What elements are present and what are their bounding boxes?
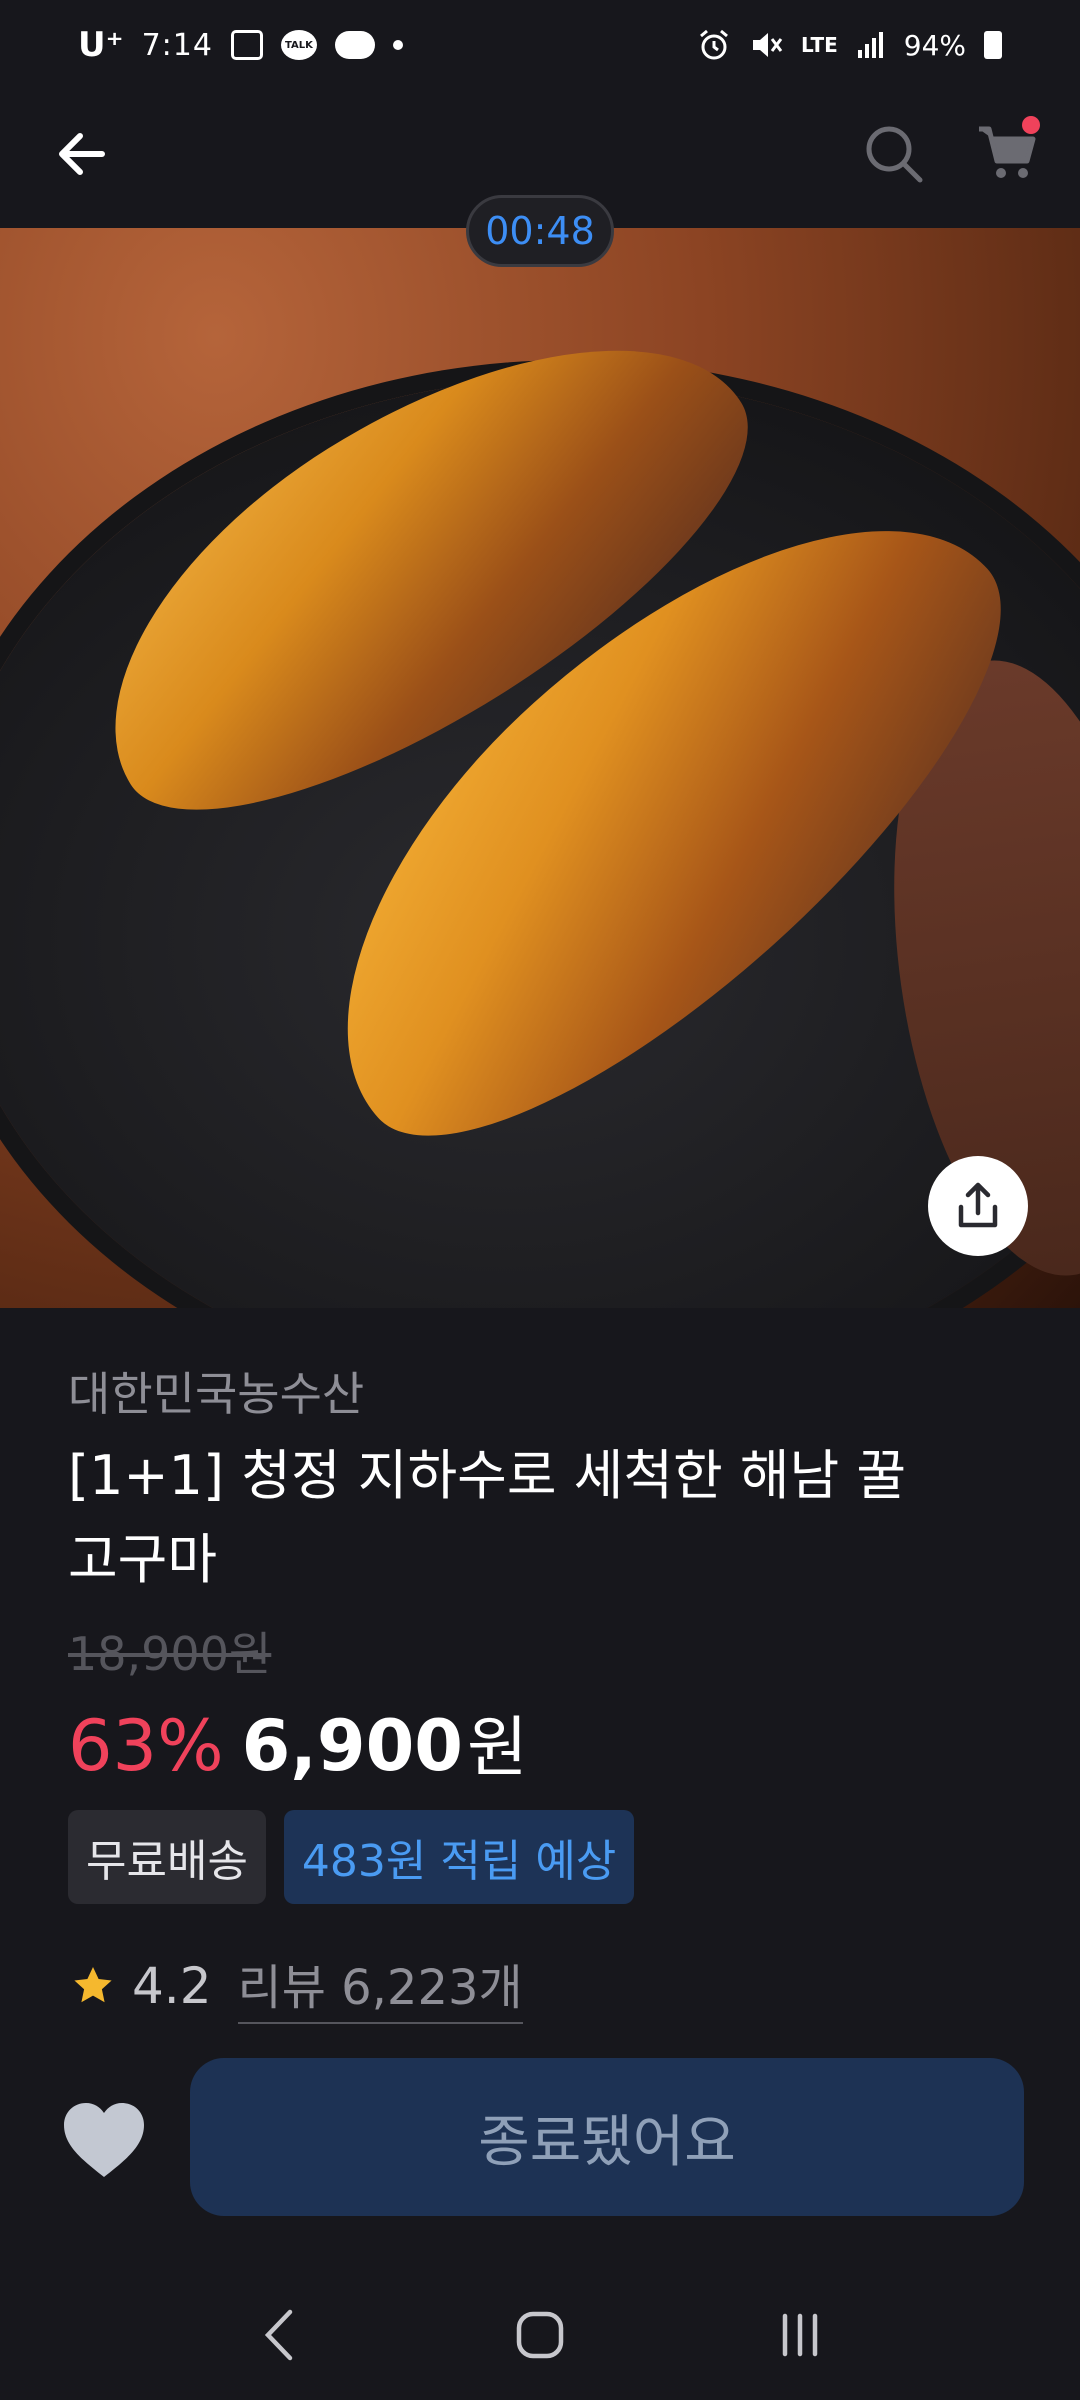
- search-button[interactable]: [856, 116, 932, 192]
- recents-icon: [782, 2313, 818, 2357]
- alarm-icon: [697, 28, 731, 62]
- nav-home-button[interactable]: [495, 2290, 585, 2380]
- rating-value: 4.2: [132, 1957, 212, 2015]
- back-arrow-icon: [59, 133, 105, 175]
- nav-recents-button[interactable]: [755, 2290, 845, 2380]
- nav-back-button[interactable]: [235, 2290, 325, 2380]
- wishlist-button[interactable]: [56, 2092, 152, 2188]
- cart-button[interactable]: [966, 112, 1046, 192]
- notification-dot-icon: [392, 40, 403, 50]
- discount-rate: 63%: [68, 1705, 224, 1787]
- review-count-link[interactable]: 리뷰 6,223개: [237, 1948, 523, 2024]
- price-row: 63% 6,900 원: [68, 1694, 528, 1790]
- signal-icon: [856, 30, 886, 60]
- star-icon: [70, 1963, 116, 2009]
- heart-icon: [64, 2103, 144, 2177]
- mute-icon: [749, 28, 783, 62]
- chevron-left-icon: [264, 2309, 293, 2361]
- share-icon: [958, 1182, 998, 1228]
- gallery-icon: [230, 30, 263, 60]
- product-title: [1+1] 청정 지하수로 세척한 해남 꿀 고구마: [68, 1444, 907, 1591]
- clock: 7:14: [141, 27, 213, 63]
- points-badge: 483원 적립 예상: [283, 1810, 635, 1904]
- share-button[interactable]: [928, 1156, 1028, 1256]
- live-timer-badge: 00:48: [466, 195, 614, 267]
- free-shipping-badge: 무료배송: [68, 1810, 266, 1904]
- status-right: LTE 94%: [697, 28, 1002, 62]
- product-image[interactable]: [0, 228, 1080, 1308]
- rating-row[interactable]: 4.2 리뷰 6,223개: [70, 1948, 523, 2024]
- purchase-button[interactable]: 종료됐어요: [190, 2058, 1024, 2216]
- kakaotalk-icon: TALK: [280, 30, 317, 60]
- status-bar: U⁺ 7:14 TALK LTE 94%: [0, 0, 1080, 90]
- carrier-label: U⁺: [78, 25, 124, 65]
- badge-row: 무료배송 483원 적립 예상: [68, 1810, 635, 1904]
- sale-price: 6,900: [241, 1705, 464, 1787]
- price-unit: 원: [467, 1709, 528, 1786]
- original-price: 18,900원: [68, 1627, 272, 1681]
- lte-icon: LTE: [801, 33, 838, 57]
- cart-notification-dot: [1022, 116, 1040, 134]
- battery-icon: [984, 31, 1002, 59]
- battery-percent: 94%: [903, 28, 966, 62]
- seller-name[interactable]: 대한민국농수산: [68, 1358, 364, 1424]
- cloud-icon: [334, 31, 375, 59]
- system-nav-bar: [0, 2270, 1080, 2400]
- search-icon: [866, 126, 923, 183]
- back-button[interactable]: [44, 116, 120, 192]
- home-icon: [516, 2311, 564, 2359]
- status-left: U⁺ 7:14 TALK: [78, 25, 403, 65]
